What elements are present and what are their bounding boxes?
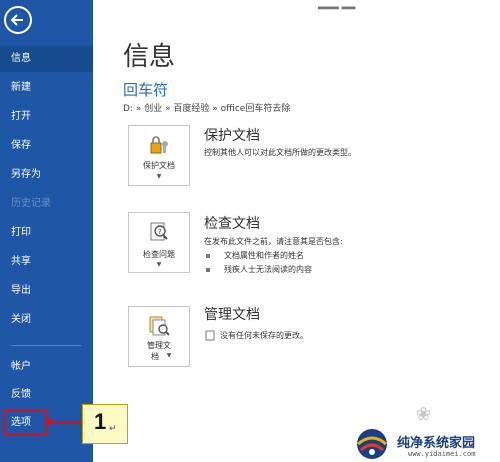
callout-return-mark: ↵ <box>109 424 117 434</box>
manage-document-desc: 没有任何未保存的更改。 <box>220 331 308 340</box>
paw-watermark-icon: ❀ <box>416 404 432 425</box>
callout-connector <box>47 421 82 423</box>
manage-document-label-1: 管理文 <box>147 341 171 350</box>
nav-new[interactable]: 新建 <box>0 75 93 101</box>
check-for-issues-label: 检查问题 <box>143 250 175 259</box>
bullet-icon <box>206 254 210 258</box>
manage-document-title: 管理文档 <box>204 307 260 323</box>
protect-document-title: 保护文档 <box>204 128 260 144</box>
options-highlight-box <box>4 410 47 436</box>
inspect-document-desc: 在发布此文件之前，请注意其是否包含: <box>204 237 343 246</box>
protect-document-label: 保护文档 <box>143 161 175 170</box>
site-logo-icon <box>357 429 387 459</box>
protect-document-desc: 控制其他人可以对此文档所做的更改类型。 <box>204 148 356 157</box>
nav-open[interactable]: 打开 <box>0 104 93 130</box>
manage-document-button[interactable]: 管理文 档 ▼ <box>128 306 190 367</box>
nav-account[interactable]: 帐户 <box>0 354 93 380</box>
nav-info[interactable]: 信息 <box>0 46 93 72</box>
watermark-site-name: 纯净系统家园 <box>397 436 476 451</box>
nav-save[interactable]: 保存 <box>0 133 93 159</box>
lock-key-icon <box>150 136 168 154</box>
callout-number: 1 <box>94 409 107 434</box>
nav-print[interactable]: 打印 <box>0 220 93 246</box>
inspect-document-title: 检查文档 <box>204 216 260 232</box>
callout-arrow-icon <box>45 417 52 427</box>
document-name: 回车符 <box>123 81 169 99</box>
check-for-issues-button[interactable]: ? 检查问题 ▼ <box>128 212 190 273</box>
protect-document-button[interactable]: 保护文档 ▼ <box>128 125 190 186</box>
window-title-fragment: ▂▂▂ ▂▂ <box>318 0 356 10</box>
inspect-document-icon: ? <box>150 222 168 241</box>
nav-history: 历史记录 <box>11 198 51 209</box>
nav-divider <box>11 345 81 346</box>
watermark-url: www.yidaimei.com <box>408 450 476 458</box>
inspect-bullet-2: 残疾人士无法阅读的内容 <box>224 265 312 274</box>
back-button[interactable] <box>4 6 32 34</box>
page-title: 信息 <box>123 42 176 72</box>
nav-close[interactable]: 关闭 <box>0 307 93 333</box>
dropdown-caret-icon: ▼ <box>166 352 172 359</box>
dropdown-caret-icon: ▼ <box>156 261 162 268</box>
inspect-bullet-1: 文档属性和作者的姓名 <box>224 251 304 260</box>
nav-save-as[interactable]: 另存为 <box>0 162 93 188</box>
nav-export[interactable]: 导出 <box>0 278 93 304</box>
document-small-icon <box>205 330 215 341</box>
nav-share[interactable]: 共享 <box>0 249 93 275</box>
back-arrow-icon <box>10 14 23 26</box>
document-path[interactable]: D: » 创业 » 百度经验 » office回车符去除 <box>123 101 290 114</box>
dropdown-caret-icon: ▼ <box>156 173 162 180</box>
svg-text:?: ? <box>158 228 162 236</box>
manage-document-icon <box>149 316 170 336</box>
backstage-sidebar: 信息 新建 打开 保存 另存为 历史记录 打印 共享 导出 关闭 帐户 反馈 选… <box>0 0 93 462</box>
bullet-icon <box>206 268 210 272</box>
nav-feedback[interactable]: 反馈 <box>0 382 93 408</box>
